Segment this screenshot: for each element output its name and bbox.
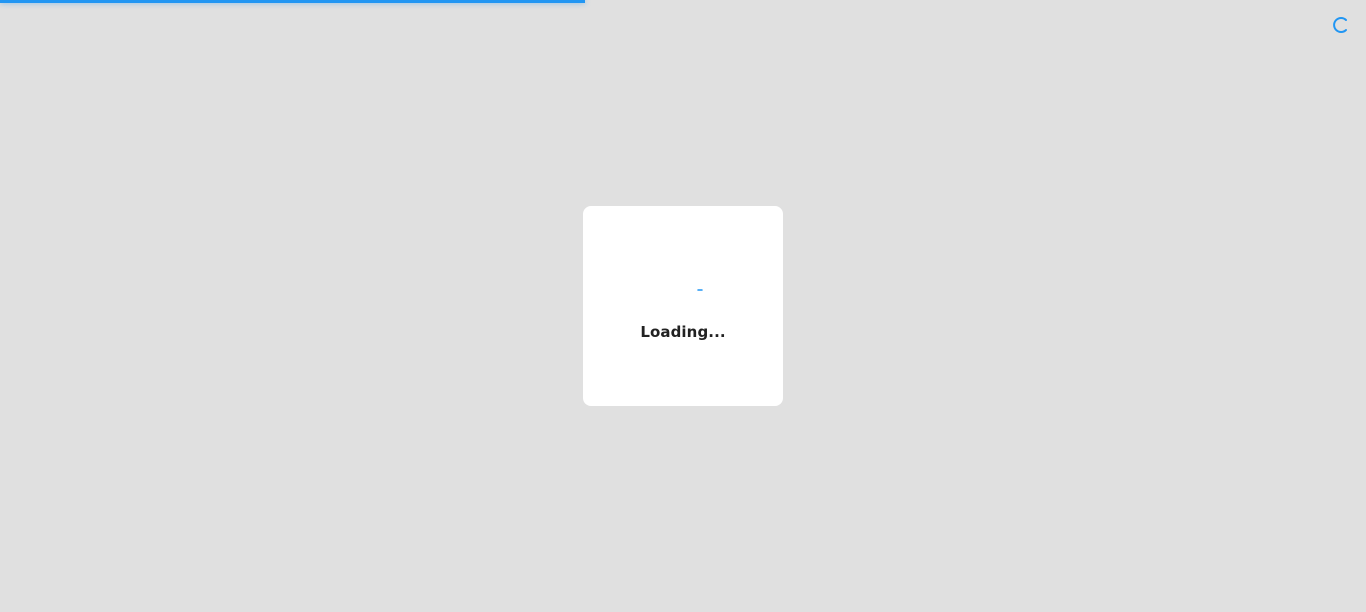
spinner-icon: [1333, 17, 1347, 33]
loading-label: Loading...: [640, 323, 726, 341]
spinner-icon: [697, 289, 703, 291]
loading-card: [583, 206, 783, 406]
top-progress-bar: [0, 0, 1366, 3]
loading-screen: Loading...: [0, 0, 1366, 612]
top-progress-fill: [0, 0, 585, 3]
